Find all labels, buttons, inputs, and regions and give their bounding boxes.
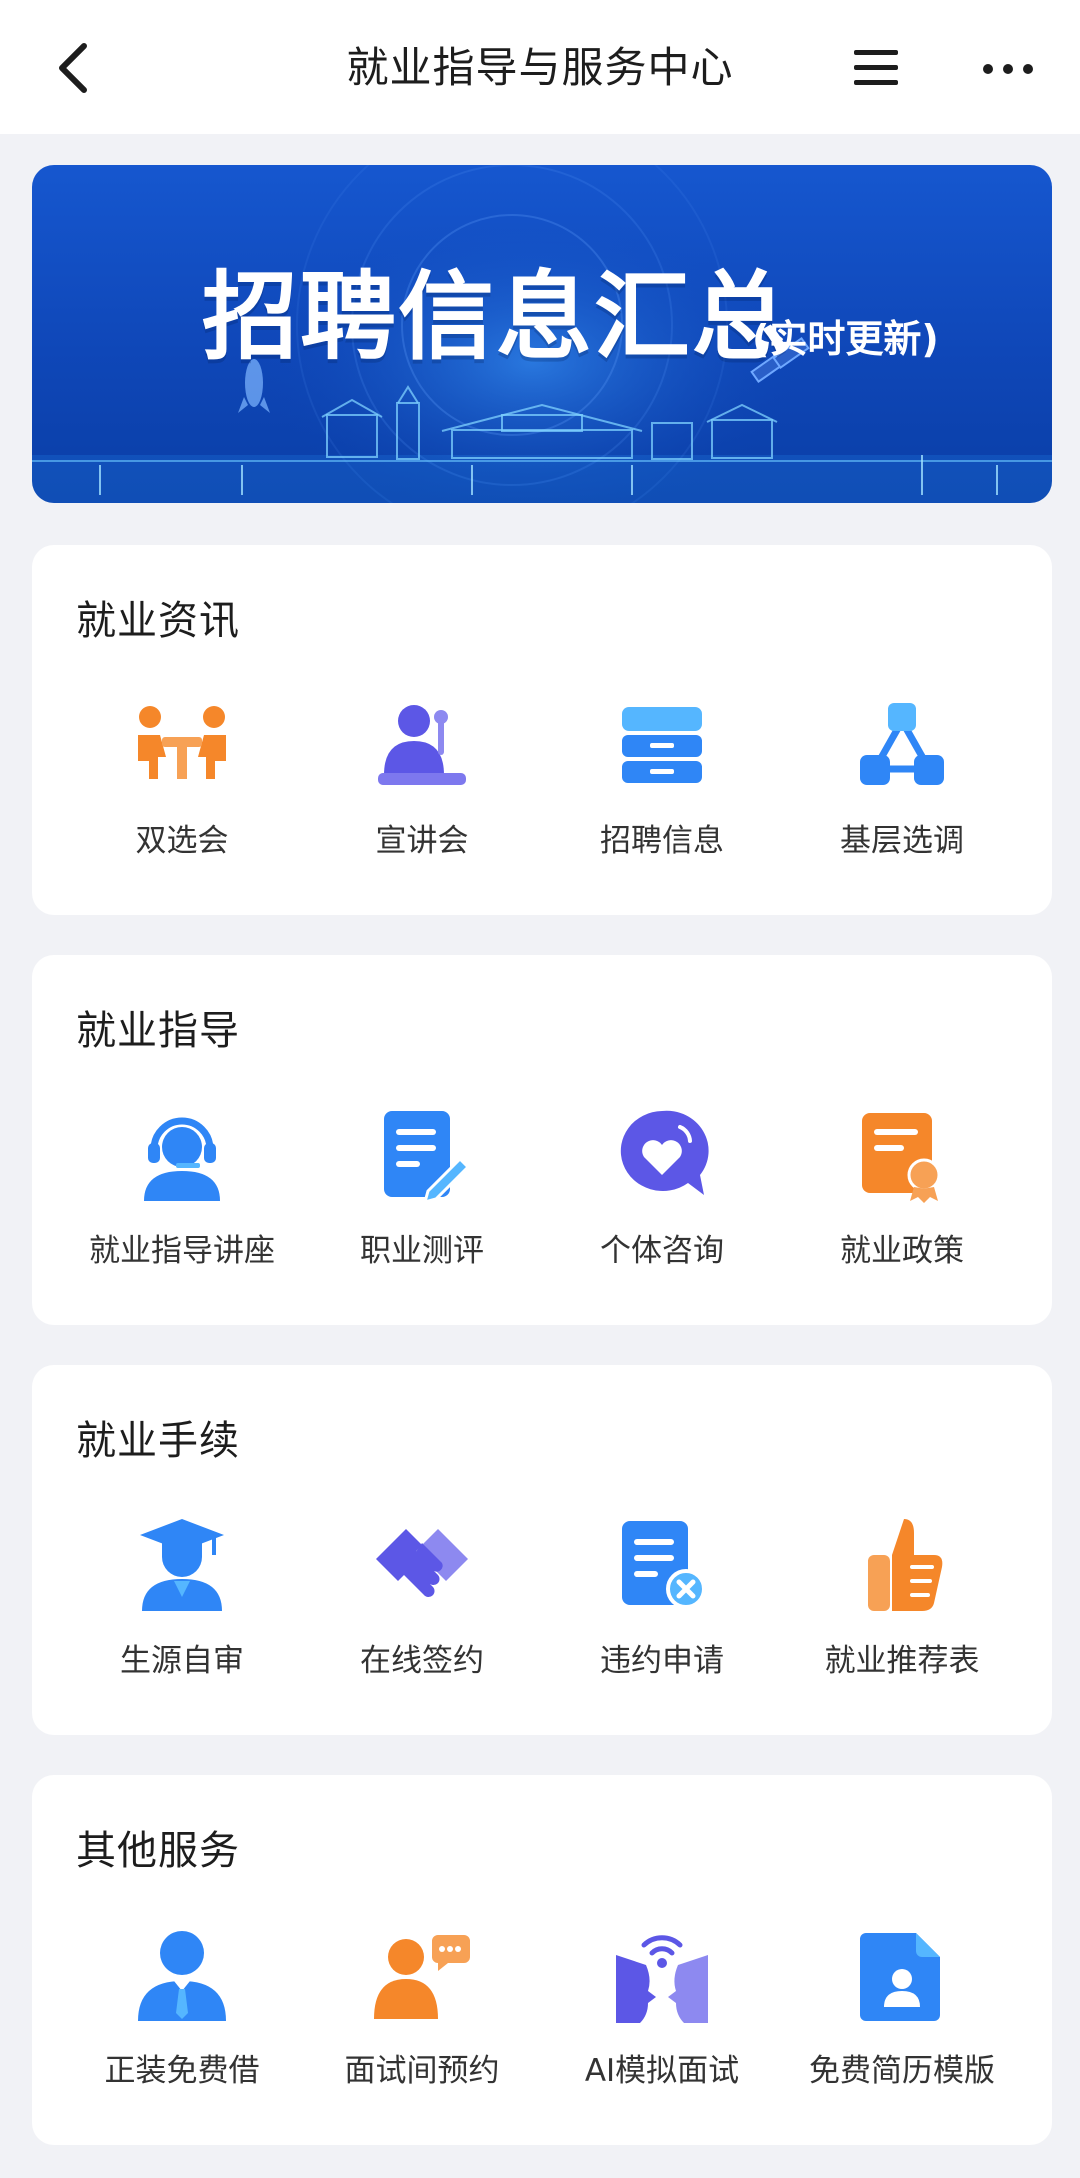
section-employment-guidance: 就业指导 就业指导讲座 职业测评 个体咨询 就业政策 [32, 955, 1052, 1325]
item-career-assessment[interactable]: 职业测评 [302, 1105, 542, 1285]
item-individual-consulting[interactable]: 个体咨询 [542, 1105, 782, 1285]
item-label: 正装免费借 [104, 2053, 260, 2089]
graduate-icon [140, 1519, 224, 1611]
item-label: 生源自审 [120, 1643, 244, 1679]
banner-title: 招聘信息汇总 [202, 261, 790, 373]
section-employment-procedures: 就业手续 生源自审 在线签约 违约申请 就业推荐表 [32, 1365, 1052, 1735]
item-label: AI模拟面试 [584, 2053, 740, 2089]
banner-subtitle: (实时更新) [752, 317, 939, 361]
section-grid: 就业指导讲座 职业测评 个体咨询 就业政策 [32, 1105, 1052, 1285]
item-label: 宣讲会 [375, 823, 469, 859]
section-grid: 正装免费借 面试间预约 AI模拟面试 免费简历模版 [32, 1925, 1052, 2105]
item-guidance-lecture[interactable]: 就业指导讲座 [62, 1105, 302, 1285]
ai-faces-signal-icon [616, 1935, 708, 2023]
item-online-signing[interactable]: 在线签约 [302, 1515, 542, 1695]
item-presentation[interactable]: 宣讲会 [302, 695, 542, 875]
certificate-icon [862, 1113, 941, 1203]
item-recommendation-form[interactable]: 就业推荐表 [782, 1515, 1022, 1695]
item-recruitment-info[interactable]: 招聘信息 [542, 695, 782, 875]
section-title: 就业指导 [76, 1008, 240, 1054]
section-title: 就业资讯 [76, 598, 240, 644]
item-label: 双选会 [135, 823, 229, 859]
section-grid: 生源自审 在线签约 违约申请 就业推荐表 [32, 1515, 1052, 1695]
hamburger-menu-icon [854, 50, 898, 85]
item-free-suit-loan[interactable]: 正装免费借 [62, 1925, 302, 2105]
menu-button[interactable] [852, 46, 902, 90]
item-employment-policy[interactable]: 就业政策 [782, 1105, 1022, 1285]
more-dots-icon [983, 64, 1033, 74]
document-cancel-icon [622, 1521, 706, 1609]
suit-person-icon [138, 1931, 226, 2021]
item-label: 个体咨询 [600, 1233, 724, 1269]
item-label: 面试间预约 [344, 2053, 500, 2089]
item-job-fair[interactable]: 双选会 [62, 695, 302, 875]
section-grid: 双选会 宣讲会 招聘信息 基层选调 [32, 695, 1052, 875]
two-people-table-icon [138, 706, 226, 779]
more-button[interactable] [980, 54, 1036, 84]
item-free-resume-template[interactable]: 免费简历模版 [782, 1925, 1022, 2105]
item-interview-room-booking[interactable]: 面试间预约 [302, 1925, 542, 2105]
section-title: 就业手续 [76, 1418, 240, 1464]
top-bar: 就业指导与服务中心 [0, 0, 1080, 134]
item-label: 违约申请 [600, 1643, 724, 1679]
item-label: 就业指导讲座 [89, 1233, 275, 1269]
item-breach-application[interactable]: 违约申请 [542, 1515, 782, 1695]
item-label: 招聘信息 [600, 823, 724, 859]
item-label: 就业政策 [840, 1233, 964, 1269]
section-employment-news: 就业资讯 双选会 宣讲会 招聘信息 基层选调 [32, 545, 1052, 915]
headset-person-icon [144, 1117, 220, 1201]
item-label: 基层选调 [840, 823, 964, 859]
hierarchy-nodes-icon [860, 703, 944, 785]
heart-chat-icon [620, 1110, 709, 1195]
item-label: 职业测评 [360, 1233, 484, 1269]
thumbs-up-icon [868, 1519, 943, 1611]
document-pencil-icon [384, 1111, 471, 1205]
item-label: 在线签约 [360, 1643, 484, 1679]
section-title: 其他服务 [76, 1828, 240, 1874]
resume-file-icon [860, 1933, 940, 2021]
item-label: 就业推荐表 [824, 1643, 980, 1679]
page-title: 就业指导与服务中心 [346, 43, 734, 92]
recruitment-banner[interactable]: 招聘信息汇总 (实时更新) [32, 165, 1052, 503]
section-other-services: 其他服务 正装免费借 面试间预约 AI模拟面试 免费简历模版 [32, 1775, 1052, 2145]
speaker-podium-icon [378, 705, 466, 785]
item-student-self-review[interactable]: 生源自审 [62, 1515, 302, 1695]
people-chat-icon [374, 1935, 470, 2019]
item-grassroots-selection[interactable]: 基层选调 [782, 695, 1022, 875]
handshake-icon [376, 1529, 468, 1598]
drawer-cabinet-icon [622, 707, 702, 783]
item-ai-mock-interview[interactable]: AI模拟面试 [542, 1925, 782, 2105]
item-label: 免费简历模版 [809, 2053, 995, 2089]
